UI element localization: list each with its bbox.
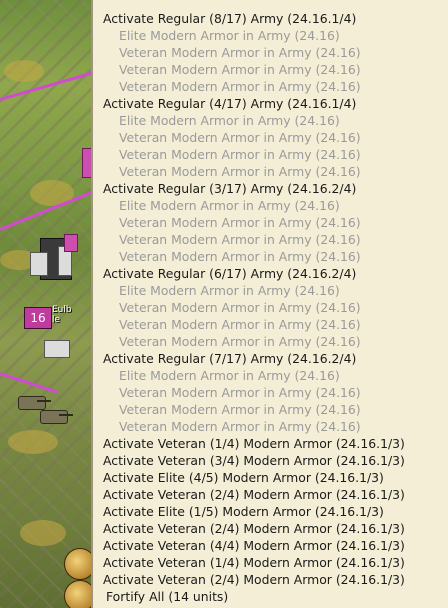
unit-context-menu: Activate Regular (8/17) Army (24.16.1/4)… [93,0,448,608]
army-member-row: Veteran Modern Armor in Army (24.16) [119,402,361,417]
army-member-row: Veteran Modern Armor in Army (24.16) [119,147,361,162]
army-member-row: Veteran Modern Armor in Army (24.16) [119,62,361,77]
army-member-row: Veteran Modern Armor in Army (24.16) [119,300,361,315]
city-building [44,340,70,358]
city-building [64,234,78,252]
army-member-row: Veteran Modern Armor in Army (24.16) [119,249,361,264]
activate-unit-menu-item[interactable]: Activate Elite (1/5) Modern Armor (24.16… [93,503,448,520]
army-member-row: Elite Modern Armor in Army (24.16) [119,283,340,298]
army-member-row: Veteran Modern Armor in Army (24.16) [119,215,361,230]
terrain-hill [8,430,58,454]
territory-border [0,372,58,394]
army-member-row: Veteran Modern Armor in Army (24.16) [119,317,361,332]
army-member-row: Veteran Modern Armor in Army (24.16) [119,419,361,434]
army-member-row: Elite Modern Armor in Army (24.16) [119,28,340,43]
activate-unit-menu-item[interactable]: Activate Veteran (2/4) Modern Armor (24.… [93,520,448,537]
activate-unit-menu-item[interactable]: Activate Veteran (4/4) Modern Armor (24.… [93,537,448,554]
army-member-row: Veteran Modern Armor in Army (24.16) [119,164,361,179]
armor-unit-icon[interactable] [18,396,51,410]
activate-army-menu-item[interactable]: Activate Regular (4/17) Army (24.16.1/4) [93,95,448,112]
activate-army-menu-item[interactable]: Activate Regular (7/17) Army (24.16.2/4) [93,350,448,367]
city-building [30,252,48,276]
army-member-row: Elite Modern Armor in Army (24.16) [119,368,340,383]
army-member-row: Veteran Modern Armor in Army (24.16) [119,45,361,60]
activate-army-menu-item[interactable]: Activate Regular (6/17) Army (24.16.2/4) [93,265,448,282]
city-size-badge[interactable]: 16 [24,307,52,329]
game-map-viewport[interactable]: 16 Eulb le [0,0,92,608]
activate-unit-menu-item[interactable]: Activate Veteran (2/4) Modern Armor (24.… [93,486,448,503]
city-name-line: le [52,315,61,325]
activate-unit-menu-item[interactable]: Activate Veteran (3/4) Modern Armor (24.… [93,452,448,469]
army-member-row: Veteran Modern Armor in Army (24.16) [119,130,361,145]
city-name-line: Eulb [52,305,72,315]
activate-army-menu-item[interactable]: Activate Regular (3/17) Army (24.16.2/4) [93,180,448,197]
army-member-row: Veteran Modern Armor in Army (24.16) [119,385,361,400]
army-member-row: Elite Modern Armor in Army (24.16) [119,198,340,213]
army-member-row: Elite Modern Armor in Army (24.16) [119,113,340,128]
menu-item-list: Activate Regular (8/17) Army (24.16.1/4)… [93,0,448,605]
advisor-button-icon[interactable] [64,580,92,608]
army-member-row: Veteran Modern Armor in Army (24.16) [119,79,361,94]
activate-unit-menu-item[interactable]: Activate Veteran (1/4) Modern Armor (24.… [93,435,448,452]
activate-unit-menu-item[interactable]: Activate Veteran (1/4) Modern Armor (24.… [93,554,448,571]
activate-unit-menu-item[interactable]: Activate Veteran (2/4) Modern Armor (24.… [93,571,448,588]
activate-army-menu-item[interactable]: Activate Regular (8/17) Army (24.16.1/4) [93,10,448,27]
army-member-row: Veteran Modern Armor in Army (24.16) [119,232,361,247]
activate-unit-menu-item[interactable]: Activate Elite (4/5) Modern Armor (24.16… [93,469,448,486]
terrain-hill [20,520,66,546]
armor-unit-icon[interactable] [40,410,73,424]
city-name-label[interactable]: Eulb le [52,305,72,325]
fortify-all-menu-item[interactable]: Fortify All (14 units) [93,588,448,605]
army-member-row: Veteran Modern Armor in Army (24.16) [119,334,361,349]
terrain-hill [4,60,44,82]
turn-button-icon[interactable] [64,548,92,580]
